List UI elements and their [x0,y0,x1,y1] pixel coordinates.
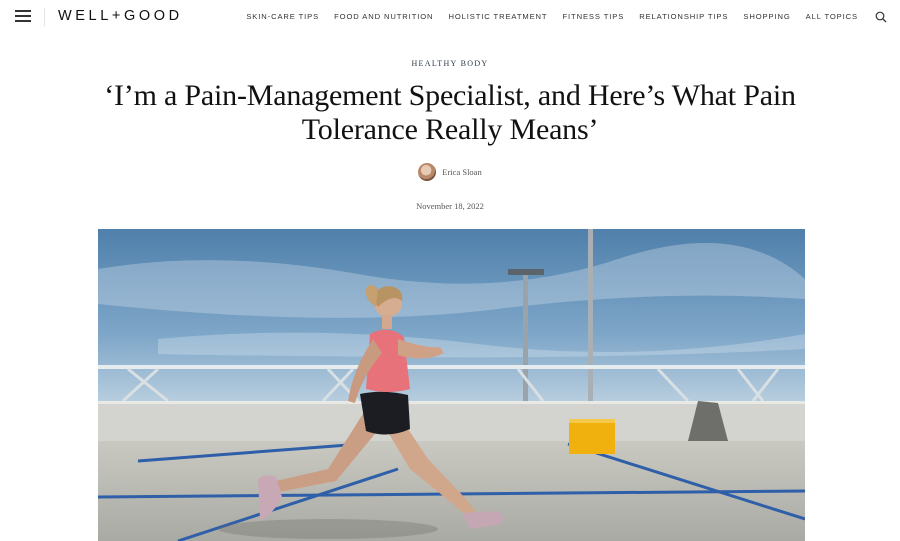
byline: Erica Sloan [0,163,900,181]
site-logo[interactable]: WELL+GOOD [58,8,183,24]
article-category[interactable]: HEALTHY BODY [0,59,900,68]
article-title: ‘I’m a Pain-Management Specialist, and H… [104,79,796,146]
nav-item-shopping[interactable]: SHOPPING [743,12,790,21]
hamburger-menu-icon[interactable] [15,10,31,22]
author-avatar[interactable] [418,163,437,181]
nav-item-holistic-treatment[interactable]: HOLISTIC TREATMENT [448,12,547,21]
nav-item-relationship-tips[interactable]: RELATIONSHIP TIPS [639,12,728,21]
publish-date: November 18, 2022 [416,201,484,211]
nav-item-food-and-nutrition[interactable]: FOOD AND NUTRITION [334,12,433,21]
hero-image [98,229,805,541]
nav-item-skin-care-tips[interactable]: SKIN-CARE TIPS [246,12,319,21]
nav-item-all-topics[interactable]: ALL TOPICS [806,12,858,21]
site-header: WELL+GOOD SKIN-CARE TIPS FOOD AND NUTRIT… [0,0,900,34]
author-name[interactable]: Erica Sloan [442,167,481,177]
nav-item-fitness-tips[interactable]: FITNESS TIPS [562,12,624,21]
header-divider [44,8,45,26]
main-nav: SKIN-CARE TIPS FOOD AND NUTRITION HOLIST… [246,12,858,21]
search-icon[interactable] [875,10,887,23]
